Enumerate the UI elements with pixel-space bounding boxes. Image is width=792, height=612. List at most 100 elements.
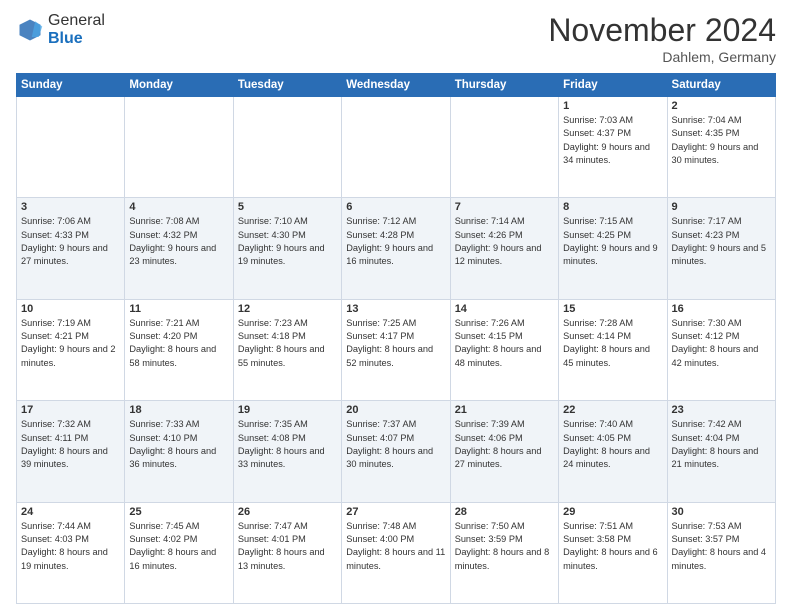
calendar-cell: 22Sunrise: 7:40 AM Sunset: 4:05 PM Dayli… [559,401,667,502]
logo-icon [16,16,44,44]
day-number: 12 [238,303,337,315]
logo-text: General Blue [48,12,105,47]
title-block: November 2024 Dahlem, Germany [548,12,776,65]
weekday-header-thursday: Thursday [450,74,558,97]
calendar-cell: 5Sunrise: 7:10 AM Sunset: 4:30 PM Daylig… [233,198,341,299]
calendar-cell: 18 Sunrise: 7:33 AM Sunset: 4:10 PM Dayli… [125,401,233,502]
day-number: 10 [21,303,120,315]
day-number: 28 [455,506,554,518]
day-number: 25 [129,506,228,518]
calendar-cell: 21 Sunrise: 7:39 AM Sunset: 4:06 PM Dayli… [450,401,558,502]
weekday-row: SundayMondayTuesdayWednesdayThursdayFrid… [17,74,776,97]
day-info: Sunrise: 7:33 AM Sunset: 4:10 PM Dayligh… [129,418,228,471]
calendar-cell: 29 Sunrise: 7:51 AM Sunset: 3:58 PM Dayli… [559,502,667,603]
day-info: Sunrise: 7:37 AM Sunset: 4:07 PM Dayligh… [346,418,445,471]
calendar-cell [233,97,341,198]
logo-general-text: General [48,12,105,29]
day-number: 20 [346,404,445,416]
day-info: Sunrise: 7:35 AM Sunset: 4:08 PM Dayligh… [238,418,337,471]
calendar-cell: 14 Sunrise: 7:26 AM Sunset: 4:15 PM Dayli… [450,299,558,400]
weekday-header-saturday: Saturday [667,74,775,97]
calendar-header: SundayMondayTuesdayWednesdayThursdayFrid… [17,74,776,97]
calendar-cell: 20 Sunrise: 7:37 AM Sunset: 4:07 PM Dayli… [342,401,450,502]
calendar-row-3: 10 Sunrise: 7:19 AM Sunset: 4:21 PM Dayli… [17,299,776,400]
day-number: 2 [672,100,771,112]
calendar-cell: 27 Sunrise: 7:48 AM Sunset: 4:00 PM Dayli… [342,502,450,603]
calendar-row-2: 3Sunrise: 7:06 AM Sunset: 4:33 PM Daylig… [17,198,776,299]
calendar-row-1: 1 Sunrise: 7:03 AM Sunset: 4:37 PM Daylig… [17,97,776,198]
calendar: SundayMondayTuesdayWednesdayThursdayFrid… [16,73,776,604]
day-info: Sunrise: 7:17 AM Sunset: 4:23 PM Dayligh… [672,215,771,268]
day-number: 30 [672,506,771,518]
day-info: Sunrise: 7:32 AM Sunset: 4:11 PM Dayligh… [21,418,120,471]
day-info: Sunrise: 7:28 AM Sunset: 4:14 PM Dayligh… [563,317,662,370]
day-info: Sunrise: 7:23 AM Sunset: 4:18 PM Dayligh… [238,317,337,370]
day-info: Sunrise: 7:15 AM Sunset: 4:25 PM Dayligh… [563,215,662,268]
calendar-cell: 10 Sunrise: 7:19 AM Sunset: 4:21 PM Dayli… [17,299,125,400]
day-info: Sunrise: 7:08 AM Sunset: 4:32 PM Dayligh… [129,215,228,268]
day-info: Sunrise: 7:51 AM Sunset: 3:58 PM Dayligh… [563,520,662,573]
day-info: Sunrise: 7:12 AM Sunset: 4:28 PM Dayligh… [346,215,445,268]
calendar-cell: 24 Sunrise: 7:44 AM Sunset: 4:03 PM Dayli… [17,502,125,603]
calendar-cell: 2 Sunrise: 7:04 AM Sunset: 4:35 PM Daylig… [667,97,775,198]
calendar-cell [17,97,125,198]
calendar-cell: 15 Sunrise: 7:28 AM Sunset: 4:14 PM Dayli… [559,299,667,400]
month-title: November 2024 [548,12,776,49]
day-info: Sunrise: 7:10 AM Sunset: 4:30 PM Dayligh… [238,215,337,268]
calendar-cell: 26Sunrise: 7:47 AM Sunset: 4:01 PM Dayli… [233,502,341,603]
day-number: 17 [21,404,120,416]
day-info: Sunrise: 7:04 AM Sunset: 4:35 PM Dayligh… [672,114,771,167]
day-info: Sunrise: 7:39 AM Sunset: 4:06 PM Dayligh… [455,418,554,471]
day-info: Sunrise: 7:06 AM Sunset: 4:33 PM Dayligh… [21,215,120,268]
calendar-row-5: 24 Sunrise: 7:44 AM Sunset: 4:03 PM Dayli… [17,502,776,603]
day-number: 11 [129,303,228,315]
weekday-header-tuesday: Tuesday [233,74,341,97]
day-info: Sunrise: 7:40 AM Sunset: 4:05 PM Dayligh… [563,418,662,471]
day-number: 24 [21,506,120,518]
day-info: Sunrise: 7:19 AM Sunset: 4:21 PM Dayligh… [21,317,120,370]
calendar-cell: 9Sunrise: 7:17 AM Sunset: 4:23 PM Daylig… [667,198,775,299]
calendar-cell: 4Sunrise: 7:08 AM Sunset: 4:32 PM Daylig… [125,198,233,299]
weekday-header-sunday: Sunday [17,74,125,97]
day-info: Sunrise: 7:45 AM Sunset: 4:02 PM Dayligh… [129,520,228,573]
day-number: 18 [129,404,228,416]
logo: General Blue [16,12,105,47]
day-info: Sunrise: 7:03 AM Sunset: 4:37 PM Dayligh… [563,114,662,167]
day-number: 23 [672,404,771,416]
day-number: 14 [455,303,554,315]
calendar-cell: 1 Sunrise: 7:03 AM Sunset: 4:37 PM Daylig… [559,97,667,198]
calendar-cell: 28Sunrise: 7:50 AM Sunset: 3:59 PM Dayli… [450,502,558,603]
calendar-cell: 13 Sunrise: 7:25 AM Sunset: 4:17 PM Dayli… [342,299,450,400]
day-number: 26 [238,506,337,518]
calendar-cell: 25 Sunrise: 7:45 AM Sunset: 4:02 PM Dayli… [125,502,233,603]
day-number: 16 [672,303,771,315]
day-info: Sunrise: 7:53 AM Sunset: 3:57 PM Dayligh… [672,520,771,573]
logo-blue-text: Blue [48,30,83,47]
calendar-cell: 7 Sunrise: 7:14 AM Sunset: 4:26 PM Daylig… [450,198,558,299]
calendar-cell: 12 Sunrise: 7:23 AM Sunset: 4:18 PM Dayli… [233,299,341,400]
day-number: 27 [346,506,445,518]
day-number: 29 [563,506,662,518]
day-number: 1 [563,100,662,112]
day-number: 7 [455,201,554,213]
weekday-header-monday: Monday [125,74,233,97]
calendar-cell: 3Sunrise: 7:06 AM Sunset: 4:33 PM Daylig… [17,198,125,299]
day-info: Sunrise: 7:30 AM Sunset: 4:12 PM Dayligh… [672,317,771,370]
day-number: 13 [346,303,445,315]
day-info: Sunrise: 7:25 AM Sunset: 4:17 PM Dayligh… [346,317,445,370]
day-info: Sunrise: 7:14 AM Sunset: 4:26 PM Dayligh… [455,215,554,268]
header: General Blue November 2024 Dahlem, Germa… [16,12,776,65]
day-number: 15 [563,303,662,315]
calendar-cell: 16 Sunrise: 7:30 AM Sunset: 4:12 PM Dayli… [667,299,775,400]
day-number: 19 [238,404,337,416]
calendar-cell: 19 Sunrise: 7:35 AM Sunset: 4:08 PM Dayli… [233,401,341,502]
calendar-cell [125,97,233,198]
day-info: Sunrise: 7:48 AM Sunset: 4:00 PM Dayligh… [346,520,445,573]
day-info: Sunrise: 7:26 AM Sunset: 4:15 PM Dayligh… [455,317,554,370]
day-info: Sunrise: 7:44 AM Sunset: 4:03 PM Dayligh… [21,520,120,573]
day-info: Sunrise: 7:42 AM Sunset: 4:04 PM Dayligh… [672,418,771,471]
calendar-cell: 11Sunrise: 7:21 AM Sunset: 4:20 PM Dayli… [125,299,233,400]
calendar-cell: 30 Sunrise: 7:53 AM Sunset: 3:57 PM Dayli… [667,502,775,603]
weekday-header-wednesday: Wednesday [342,74,450,97]
day-number: 21 [455,404,554,416]
